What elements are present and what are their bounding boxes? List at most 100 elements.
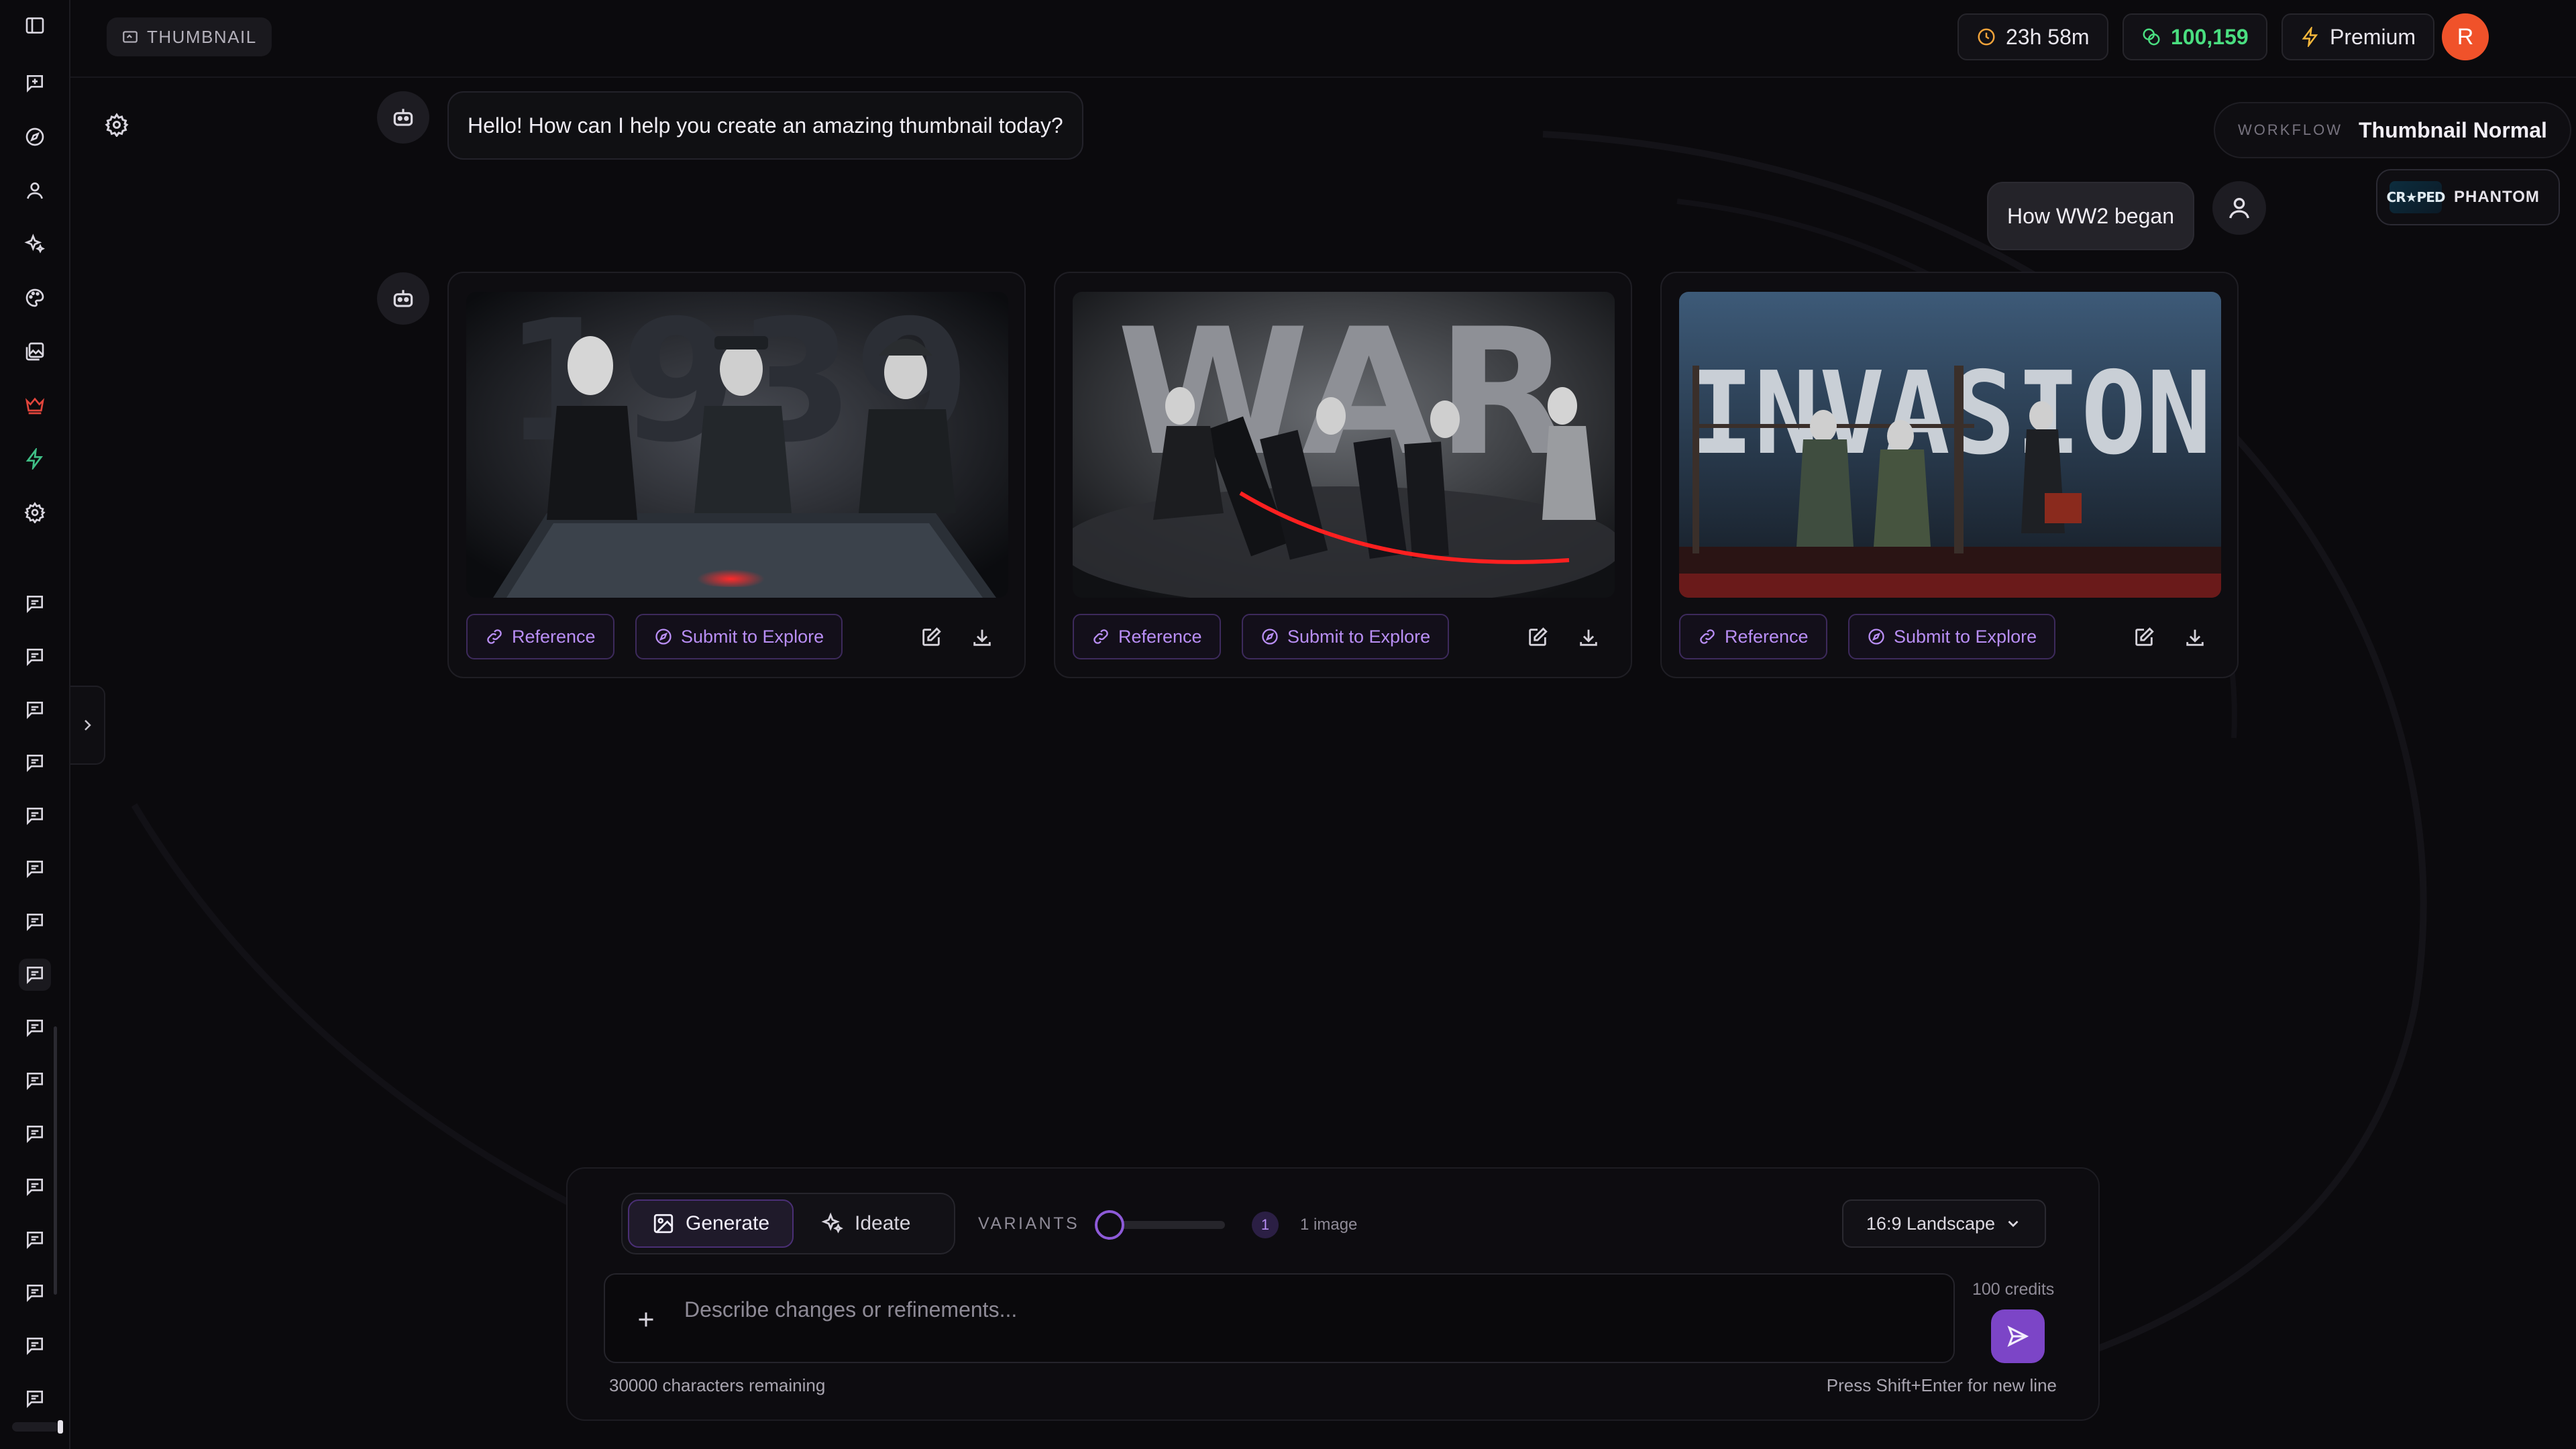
prompt-box [604,1273,1955,1363]
bot-avatar [377,91,429,144]
credits-chip[interactable]: 100,159 [2123,13,2267,60]
workflow-label: WORKFLOW [2238,121,2343,138]
chat-history-icon[interactable] [19,800,51,832]
aspect-ratio-value: 16:9 Landscape [1866,1213,1996,1234]
edit-icon[interactable] [1523,623,1552,651]
download-icon[interactable] [1574,623,1603,651]
user-icon [2229,198,2249,219]
thumbnail-image[interactable]: 1939 [466,292,1008,598]
reference-button[interactable]: Reference [1679,614,1827,659]
download-icon[interactable] [2181,623,2209,651]
explore-compass-icon[interactable] [19,121,51,153]
composer-panel: Generate Ideate VARIANTS 1 1 image 16:9 … [566,1167,2100,1421]
compass-icon [1262,629,1278,645]
chat-history-icon[interactable] [19,906,51,938]
chat-history-icon[interactable] [19,1330,51,1362]
result-card: 1939 Reference Submit to Explore [447,272,1026,678]
submit-to-explore-button[interactable]: Submit to Explore [1848,614,2056,659]
submit-label: Submit to Explore [681,626,824,647]
chat-history-icon[interactable] [19,747,51,779]
expand-panel-button[interactable] [70,686,105,765]
section-chip[interactable]: THUMBNAIL [107,17,272,56]
link-icon [1093,629,1108,644]
chat-history-icon[interactable] [19,1065,51,1097]
submit-to-explore-button[interactable]: Submit to Explore [1242,614,1450,659]
chat-history-icon[interactable] [19,1383,51,1415]
chat-history-icon[interactable] [19,694,51,726]
channel-badge[interactable]: CR★PED PHANTOM [2376,169,2560,225]
section-label: THUMBNAIL [147,26,257,47]
channel-logo: CR★PED [2387,181,2445,213]
edit-icon[interactable] [917,623,945,651]
chat-history-icon[interactable] [19,1012,51,1044]
bot-greeting-bubble: Hello! How can I help you create an amaz… [447,91,1083,160]
chat-history-icon[interactable] [19,1118,51,1150]
sparkles-icon [821,1212,843,1234]
new-chat-icon[interactable] [19,67,51,99]
profile-icon[interactable] [19,174,51,207]
sidebar-toggle-icon[interactable] [19,9,51,42]
download-icon[interactable] [968,623,996,651]
result-card: WAR Reference Submit to Explore [1054,272,1632,678]
ideate-mode-button[interactable]: Ideate [798,1199,933,1248]
timer-value: 23h 58m [2006,24,2090,49]
attach-plus-icon[interactable] [631,1304,661,1335]
ideate-label: Ideate [855,1212,911,1234]
workflow-name: Thumbnail Normal [2359,117,2547,142]
chat-history-icon[interactable] [19,641,51,673]
user-message-bubble: How WW2 began [1987,182,2194,250]
chat-history-icon[interactable] [19,1277,51,1309]
lightning-icon[interactable] [19,443,51,475]
thumbnail-title-text: INVASION [1688,347,2212,480]
image-icon [653,1214,674,1234]
user-avatar-button[interactable]: R [2442,13,2489,60]
chat-history-icon[interactable] [19,588,51,620]
variant-count-text: 1 image [1300,1216,1358,1234]
gallery-icon[interactable] [19,335,51,368]
plan-label: Premium [2330,24,2416,49]
chat-history-icon[interactable] [19,853,51,885]
chat-history-icon[interactable] [19,1224,51,1256]
send-button[interactable] [1991,1309,2045,1363]
aspect-ratio-select[interactable]: 16:9 Landscape [1842,1199,2046,1248]
settings-gear-icon[interactable] [19,496,51,529]
newline-hint: Press Shift+Enter for new line [1826,1375,2057,1395]
thumbnail-image[interactable]: WAR [1073,292,1615,598]
bot-avatar [377,272,429,325]
credits-value: 100,159 [2171,24,2249,49]
chat-history-icon-active[interactable] [19,959,51,991]
image-icon [123,31,138,43]
palette-icon[interactable] [19,282,51,314]
rail-horizontal-scrollbar[interactable] [12,1420,63,1434]
chevron-down-icon [2008,1220,2019,1228]
reference-button[interactable]: Reference [466,614,614,659]
submit-label: Submit to Explore [1894,626,2037,647]
reference-label: Reference [1118,626,1202,647]
clock-icon [1978,28,1995,46]
thumbnail-image[interactable]: INVASION [1679,292,2221,598]
rail-scrollbar[interactable] [54,1026,57,1295]
premium-chip[interactable]: Premium [2282,13,2435,60]
submit-to-explore-button[interactable]: Submit to Explore [635,614,843,659]
sparkles-icon[interactable] [19,228,51,260]
reference-button[interactable]: Reference [1073,614,1221,659]
send-icon [2007,1326,2029,1347]
compass-icon [1868,629,1884,645]
generate-label: Generate [686,1212,770,1234]
edit-icon[interactable] [2130,623,2158,651]
chevron-right-icon [85,720,91,731]
chat-settings-gear-icon[interactable] [102,110,131,140]
link-icon [487,629,502,644]
credit-cost-text: 100 credits [1972,1280,2055,1299]
timer-chip[interactable]: 23h 58m [1957,13,2108,60]
lightning-icon [2302,27,2318,47]
variants-slider-handle[interactable] [1095,1210,1124,1240]
crown-icon[interactable] [19,389,51,421]
workflow-badge[interactable]: WORKFLOW Thumbnail Normal [2214,102,2571,158]
generate-mode-button[interactable]: Generate [628,1199,794,1248]
chat-history-icon[interactable] [19,1171,51,1203]
compass-icon [655,629,672,645]
prompt-input[interactable] [684,1289,1932,1330]
reference-label: Reference [1725,626,1809,647]
left-rail [0,0,70,1449]
